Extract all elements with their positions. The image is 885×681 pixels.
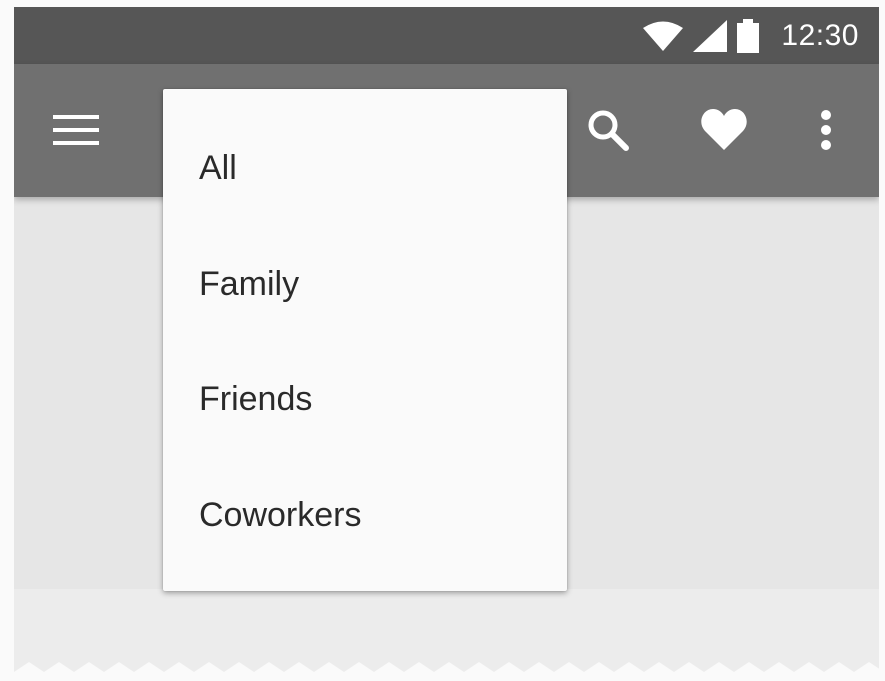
status-time: 12:30 <box>781 18 859 52</box>
wifi-icon <box>643 21 684 51</box>
dropdown-item-coworkers[interactable]: Coworkers <box>163 465 567 565</box>
dropdown-item-label: All <box>199 148 237 187</box>
menu-icon <box>53 113 99 151</box>
dropdown-item-label: Coworkers <box>199 495 362 534</box>
search-button[interactable] <box>580 104 636 160</box>
more-options-button[interactable] <box>798 104 854 160</box>
menu-button[interactable] <box>48 104 104 160</box>
dropdown-item-label: Family <box>199 264 300 303</box>
dropdown-item-friends[interactable]: Friends <box>163 349 567 449</box>
torn-edge-decoration <box>14 662 879 681</box>
search-icon <box>586 108 630 156</box>
phone-screen: 12:30 All Family Friends Coworkers <box>14 7 879 681</box>
dropdown-item-all[interactable]: All <box>163 118 567 218</box>
filter-dropdown-menu: All Family Friends Coworkers <box>163 89 567 591</box>
more-vert-icon <box>819 109 833 155</box>
battery-icon <box>737 18 760 53</box>
heart-icon <box>700 108 748 156</box>
status-bar: 12:30 <box>14 7 879 64</box>
favorite-button[interactable] <box>696 104 752 160</box>
status-icons: 12:30 <box>643 7 879 64</box>
dropdown-item-label: Friends <box>199 379 313 418</box>
dropdown-item-family[interactable]: Family <box>163 234 567 334</box>
cellular-signal-icon <box>693 19 728 52</box>
